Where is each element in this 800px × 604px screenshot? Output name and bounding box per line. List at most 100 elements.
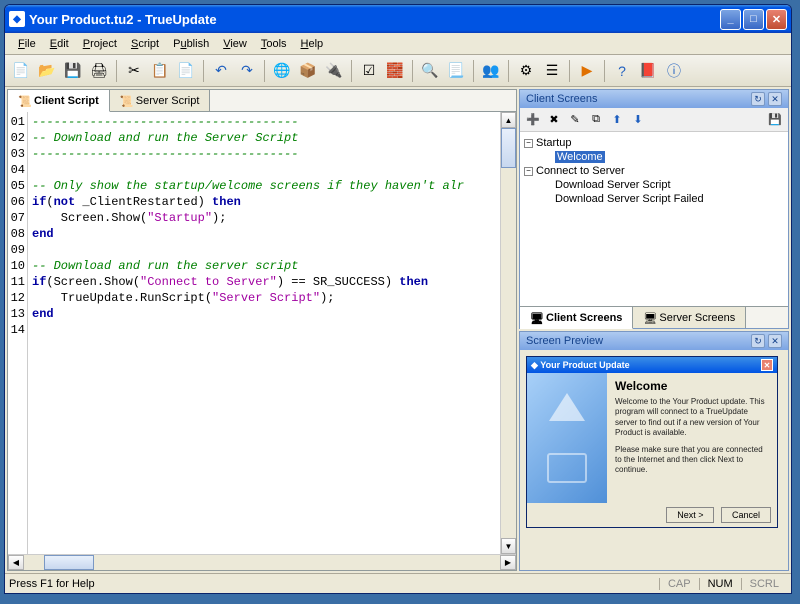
dialog-title: Your Product Update xyxy=(540,360,629,370)
panel-close-icon[interactable]: ✕ xyxy=(768,92,782,106)
users-icon[interactable]: 👥 xyxy=(479,59,503,83)
scroll-thumb[interactable] xyxy=(44,555,94,570)
dialog-close-icon[interactable]: ✕ xyxy=(761,359,773,371)
collapse-icon[interactable]: − xyxy=(524,167,533,176)
titlebar[interactable]: ◆ Your Product.tu2 - TrueUpdate _ □ ✕ xyxy=(5,5,791,33)
tree-label: Download Server Script xyxy=(555,179,671,191)
check-icon[interactable]: ☑ xyxy=(357,59,381,83)
print-icon[interactable]: 🖨 xyxy=(87,59,111,83)
preview-heading: Welcome xyxy=(615,379,769,393)
help-icon[interactable]: ? xyxy=(610,59,634,83)
tab-label: Client Screens xyxy=(546,312,622,324)
tree-item-download-failed[interactable]: Download Server Script Failed xyxy=(524,192,784,206)
menu-project[interactable]: Project xyxy=(76,36,124,52)
separator xyxy=(351,60,352,82)
close-button[interactable]: ✕ xyxy=(766,9,787,30)
panel-header: Client Screens ↻ ✕ xyxy=(520,90,788,108)
scroll-track[interactable] xyxy=(24,555,500,570)
add-icon[interactable]: ➕ xyxy=(524,111,542,129)
info-icon[interactable]: ⓘ xyxy=(662,59,686,83)
scroll-up-icon[interactable]: ▲ xyxy=(501,112,516,128)
new-icon[interactable]: 📄 xyxy=(9,59,33,83)
vertical-scrollbar[interactable]: ▲ ▼ xyxy=(500,112,516,554)
globe-icon[interactable]: 🌐 xyxy=(270,59,294,83)
tab-client-screens[interactable]: 🖥 Client Screens xyxy=(520,307,633,329)
status-text: Press F1 for Help xyxy=(9,578,659,590)
refresh-icon[interactable]: ↻ xyxy=(751,92,765,106)
tree-item-welcome[interactable]: Welcome xyxy=(524,150,784,164)
open-icon[interactable]: 📂 xyxy=(35,59,59,83)
menu-script[interactable]: Script xyxy=(124,36,166,52)
panel-toolbar: ➕ ✖ ✎ ⧉ ⬆ ⬇ 💾 xyxy=(520,108,788,132)
redo-icon[interactable]: ↷ xyxy=(235,59,259,83)
main-window: ◆ Your Product.tu2 - TrueUpdate _ □ ✕ Fi… xyxy=(4,4,792,594)
tab-label: Server Script xyxy=(136,95,200,107)
tree-item-connect[interactable]: − Connect to Server xyxy=(524,164,784,178)
menu-edit[interactable]: Edit xyxy=(43,36,76,52)
doc-icon[interactable]: 📃 xyxy=(444,59,468,83)
cut-icon[interactable]: ✂ xyxy=(122,59,146,83)
settings-icon[interactable]: ⚙ xyxy=(514,59,538,83)
cancel-button[interactable]: Cancel xyxy=(721,507,771,523)
menu-view[interactable]: View xyxy=(216,36,254,52)
menu-help[interactable]: Help xyxy=(294,36,331,52)
remove-icon[interactable]: ✖ xyxy=(545,111,563,129)
save-icon[interactable]: 💾 xyxy=(766,111,784,129)
scroll-thumb[interactable] xyxy=(501,128,516,168)
screens-tabs: 🖥 Client Screens 🖥 Server Screens xyxy=(520,306,788,328)
separator xyxy=(264,60,265,82)
minimize-button[interactable]: _ xyxy=(720,9,741,30)
list-icon[interactable]: ☰ xyxy=(540,59,564,83)
editor-pane: 📜 Client Script 📜 Server Script 01020304… xyxy=(7,89,517,571)
menu-file[interactable]: File xyxy=(11,36,43,52)
edit-icon[interactable]: ✎ xyxy=(566,111,584,129)
panel-header: Screen Preview ↻ ✕ xyxy=(520,332,788,350)
copy-icon[interactable]: ⧉ xyxy=(587,111,605,129)
tree-item-startup[interactable]: − Startup xyxy=(524,136,784,150)
copy-icon[interactable]: 📋 xyxy=(148,59,172,83)
scroll-down-icon[interactable]: ▼ xyxy=(501,538,516,554)
preview-dialog: ◆ Your Product Update ✕ Welcome Welcome … xyxy=(526,356,778,528)
window-title: Your Product.tu2 - TrueUpdate xyxy=(29,12,720,27)
collapse-icon[interactable]: − xyxy=(524,139,533,148)
tab-server-screens[interactable]: 🖥 Server Screens xyxy=(633,307,746,328)
paste-icon[interactable]: 📄 xyxy=(174,59,198,83)
scroll-left-icon[interactable]: ◀ xyxy=(8,555,24,570)
menu-tools[interactable]: Tools xyxy=(254,36,294,52)
save-icon[interactable]: 💾 xyxy=(61,59,85,83)
line-gutter: 0102030405060708091011121314 xyxy=(8,112,28,554)
down-icon[interactable]: ⬇ xyxy=(629,111,647,129)
code-content[interactable]: --------------------------------------- … xyxy=(28,112,500,554)
tree-item-download-script[interactable]: Download Server Script xyxy=(524,178,784,192)
tab-label: Client Script xyxy=(34,95,99,107)
status-scrl: SCRL xyxy=(741,578,787,590)
code-editor[interactable]: 0102030405060708091011121314 -----------… xyxy=(8,112,516,554)
undo-icon[interactable]: ↶ xyxy=(209,59,233,83)
tab-label: Server Screens xyxy=(659,312,735,324)
separator xyxy=(473,60,474,82)
panel-close-icon[interactable]: ✕ xyxy=(768,334,782,348)
statusbar: Press F1 for Help CAP NUM SCRL xyxy=(5,573,791,593)
horizontal-scrollbar[interactable]: ◀ ▶ xyxy=(8,554,516,570)
tab-client-script[interactable]: 📜 Client Script xyxy=(8,90,110,112)
firewall-icon[interactable]: 🧱 xyxy=(383,59,407,83)
separator xyxy=(116,60,117,82)
up-icon[interactable]: ⬆ xyxy=(608,111,626,129)
main-area: 📜 Client Script 📜 Server Script 01020304… xyxy=(5,87,791,573)
tab-server-script[interactable]: 📜 Server Script xyxy=(110,90,211,111)
scroll-right-icon[interactable]: ▶ xyxy=(500,555,516,570)
book-icon[interactable]: 📕 xyxy=(636,59,660,83)
search-icon[interactable]: 🔍 xyxy=(418,59,442,83)
refresh-icon[interactable]: ↻ xyxy=(751,334,765,348)
maximize-button[interactable]: □ xyxy=(743,9,764,30)
separator xyxy=(412,60,413,82)
arrow-up-icon xyxy=(549,393,585,421)
next-button[interactable]: Next > xyxy=(666,507,714,523)
package-icon[interactable]: 📦 xyxy=(296,59,320,83)
tree-label: Startup xyxy=(536,137,571,149)
menu-publish[interactable]: Publish xyxy=(166,36,216,52)
preview-para1: Welcome to the Your Product update. This… xyxy=(615,397,769,439)
screens-tree[interactable]: − Startup Welcome − Connect to Server Do… xyxy=(520,132,788,306)
plugin-icon[interactable]: 🔌 xyxy=(322,59,346,83)
run-icon[interactable]: ▶ xyxy=(575,59,599,83)
